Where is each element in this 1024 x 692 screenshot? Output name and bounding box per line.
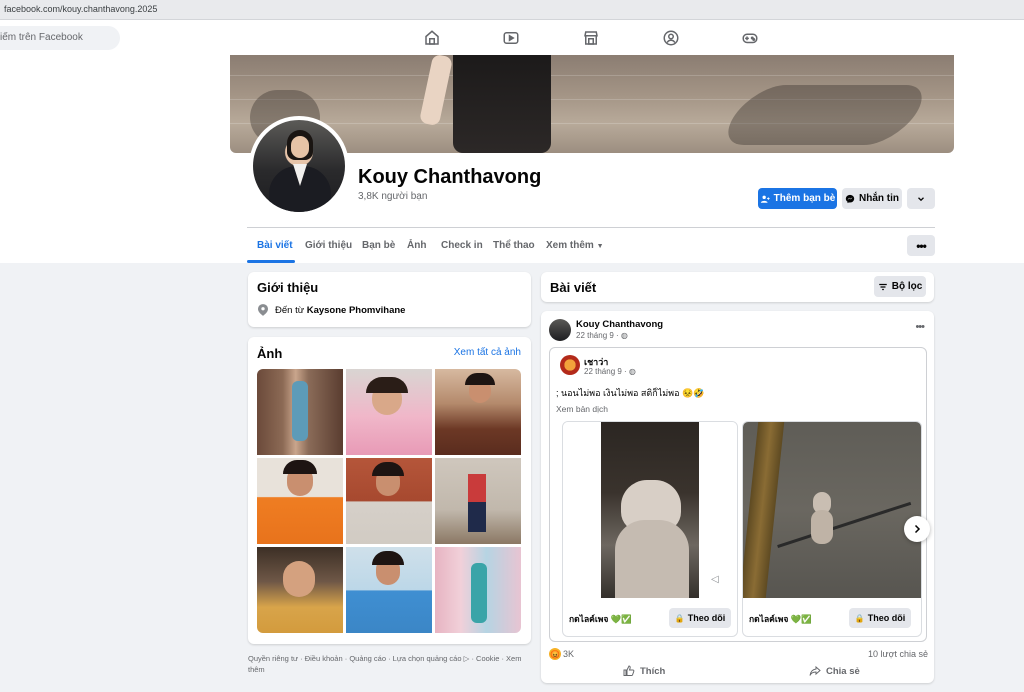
tab-photos[interactable]: Ảnh xyxy=(407,240,426,251)
post-options-icon[interactable]: ••• xyxy=(915,321,925,333)
shared-post-date-text: 22 tháng 9 · xyxy=(584,367,629,376)
add-friend-label: Thêm bạn bè xyxy=(773,193,836,204)
posts-header-card: Bài viết Bộ lọc xyxy=(541,272,934,302)
reel-thumbnail[interactable] xyxy=(743,422,921,603)
shared-post-date[interactable]: 22 tháng 9 · ◍ xyxy=(584,367,636,376)
groups-icon[interactable] xyxy=(662,29,680,47)
filter-icon xyxy=(878,283,887,290)
location-pin-icon xyxy=(258,304,268,316)
filter-label: Bộ lọc xyxy=(891,281,923,292)
photos-title: Ảnh xyxy=(257,346,283,361)
url-text[interactable]: facebook.com/kouy.chanthavong.2025 xyxy=(4,4,157,14)
follow-button[interactable]: 🔒 Theo dõi xyxy=(669,608,731,628)
post-author-name[interactable]: Kouy Chanthavong xyxy=(576,319,663,330)
tab-sports[interactable]: Thể thao xyxy=(493,240,535,251)
reel-page-name[interactable]: กดไลค์เพจ 💚✅ xyxy=(569,612,632,626)
like-label: Thích xyxy=(640,665,666,677)
profile-header xyxy=(0,55,1024,263)
photos-card: Ảnh Xem tất cả ảnh xyxy=(248,337,531,644)
shared-author-avatar[interactable] xyxy=(560,355,580,375)
active-tab-indicator xyxy=(247,260,295,263)
chevron-right-icon xyxy=(914,524,921,534)
posts-title: Bài viết xyxy=(550,280,597,295)
see-all-photos-link[interactable]: Xem tất cả ảnh xyxy=(454,347,521,358)
profile-name: Kouy Chanthavong xyxy=(358,166,542,188)
more-profile-actions-button[interactable] xyxy=(907,188,935,209)
post-date[interactable]: 22 tháng 9 · ◍ xyxy=(576,331,628,340)
hometown-text: Đến từ Kaysone Phomvihane xyxy=(275,305,405,316)
filter-button[interactable]: Bộ lọc xyxy=(874,276,926,297)
friends-count[interactable]: 3,8K người bạn xyxy=(358,191,427,202)
caret-down-icon: ▼ xyxy=(596,243,604,250)
photo-thumbnail[interactable] xyxy=(257,369,343,455)
globe-icon: ◍ xyxy=(620,331,628,340)
intro-title: Giới thiệu xyxy=(257,280,319,295)
site-footer-links[interactable]: Quyền riêng tư · Điều khoản · Quảng cáo … xyxy=(248,653,533,675)
chevron-down-icon xyxy=(918,196,924,201)
reaction-icon[interactable]: 😡 xyxy=(549,648,561,660)
marketplace-icon[interactable] xyxy=(582,29,600,47)
search-placeholder: iếm trên Facebook xyxy=(0,32,83,43)
post-card: Kouy Chanthavong 22 tháng 9 · ◍ ••• เชาว… xyxy=(541,311,934,683)
photo-thumbnail[interactable] xyxy=(346,458,432,544)
reel-tile[interactable]: ◁ กดไลค์เพจ 💚✅ 🔒 Theo dõi xyxy=(562,421,738,637)
post-author-avatar[interactable] xyxy=(549,319,571,341)
intro-card: Giới thiệu Đến từ Kaysone Phomvihane xyxy=(248,272,531,327)
add-friend-button[interactable]: Thêm bạn bè xyxy=(758,188,837,209)
video-icon[interactable] xyxy=(502,29,520,47)
hometown-place[interactable]: Kaysone Phomvihane xyxy=(307,305,406,316)
gaming-icon[interactable] xyxy=(741,29,759,47)
reel-page-name[interactable]: กดไลค์เพจ 💚✅ xyxy=(749,612,812,626)
photo-thumbnail[interactable] xyxy=(257,547,343,633)
photo-thumbnail[interactable] xyxy=(346,547,432,633)
share-icon xyxy=(809,665,821,676)
tab-about[interactable]: Giới thiệu xyxy=(305,240,352,251)
photo-thumbnail[interactable] xyxy=(435,547,521,633)
facebook-top-nav: iếm trên Facebook xyxy=(0,20,1024,55)
tab-more[interactable]: Xem thêm ▼ xyxy=(546,240,604,251)
message-label: Nhắn tin xyxy=(859,193,899,204)
lock-icon: 🔒 xyxy=(854,613,865,623)
more-options-button[interactable]: ••• xyxy=(907,235,935,256)
reactions-count[interactable]: 3K xyxy=(563,649,574,659)
messenger-icon xyxy=(845,194,855,203)
profile-avatar[interactable] xyxy=(249,116,349,216)
globe-icon: ◍ xyxy=(628,367,636,376)
add-friend-icon xyxy=(760,195,770,203)
see-translation-link[interactable]: Xem bản dịch xyxy=(556,404,608,414)
shared-post: เชาว่า 22 tháng 9 · ◍ ; นอนไม่พอ เงินไม่… xyxy=(549,347,930,642)
home-icon[interactable] xyxy=(423,29,441,47)
tab-posts[interactable]: Bài viết xyxy=(257,240,293,251)
share-button[interactable]: Chia sẻ xyxy=(809,665,860,677)
tab-check-in[interactable]: Check in xyxy=(441,240,483,251)
browser-url-bar[interactable]: facebook.com/kouy.chanthavong.2025 xyxy=(0,0,1024,20)
hometown-prefix: Đến từ xyxy=(275,305,307,316)
shared-post-text: ; นอนไม่พอ เงินไม่พอ สติก็ไม่พอ 😣🤣 xyxy=(556,388,705,398)
thumbs-up-icon xyxy=(623,665,635,676)
post-date-text: 22 tháng 9 · xyxy=(576,331,621,340)
follow-button[interactable]: 🔒 Theo dõi xyxy=(849,608,911,628)
like-button[interactable]: Thích xyxy=(623,665,665,677)
photo-thumbnail[interactable] xyxy=(257,458,343,544)
search-input[interactable]: iếm trên Facebook xyxy=(0,26,120,50)
ellipsis-icon: ••• xyxy=(916,238,927,253)
follow-label: Theo dõi xyxy=(687,613,726,623)
photo-thumbnail[interactable] xyxy=(435,369,521,455)
next-arrow-button[interactable] xyxy=(904,516,930,542)
share-label: Chia sẻ xyxy=(826,665,860,677)
reel-tile[interactable]: กดไลค์เพจ 💚✅ 🔒 Theo dõi xyxy=(742,421,922,637)
tab-more-label: Xem thêm xyxy=(546,240,594,251)
header-divider xyxy=(247,227,935,228)
photo-thumbnail[interactable] xyxy=(346,369,432,455)
follow-label: Theo dõi xyxy=(867,613,906,623)
message-button[interactable]: Nhắn tin xyxy=(842,188,902,209)
mute-icon[interactable]: ◁ xyxy=(711,574,723,586)
photo-thumbnail[interactable] xyxy=(435,458,521,544)
shares-count[interactable]: 10 lượt chia sẻ xyxy=(868,649,928,659)
reel-thumbnail[interactable]: ◁ xyxy=(563,422,737,598)
lock-icon: 🔒 xyxy=(674,613,685,623)
tab-friends[interactable]: Bạn bè xyxy=(362,240,395,251)
